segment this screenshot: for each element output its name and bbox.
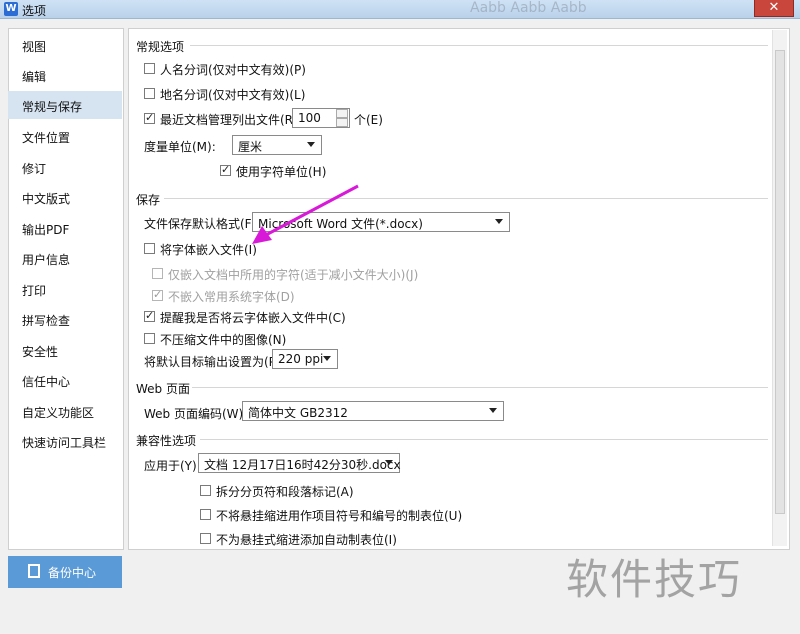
- app-icon: W: [4, 2, 18, 16]
- nav-item-chinese-layout[interactable]: 中文版式: [22, 190, 70, 207]
- vertical-scrollbar[interactable]: [772, 30, 787, 546]
- nav-item-spell-check[interactable]: 拼写检查: [22, 312, 70, 329]
- annotation-arrow-icon: [252, 184, 359, 244]
- place-name-label: 地名分词(仅对中文有效)(L): [160, 88, 306, 102]
- char-unit-label: 使用字符单位(H): [236, 165, 327, 179]
- measure-unit-label: 度量单位(M):: [144, 140, 216, 154]
- chevron-down-icon: [489, 408, 497, 413]
- stepper-down-button[interactable]: [336, 118, 348, 127]
- section-divider: [192, 387, 768, 388]
- section-title-compat: 兼容性选项: [136, 434, 197, 448]
- chevron-down-icon: [323, 356, 331, 361]
- nav-item-user-info[interactable]: 用户信息: [22, 251, 70, 268]
- nav-item-revision[interactable]: 修订: [22, 160, 46, 177]
- recent-files-checkbox[interactable]: [144, 111, 155, 124]
- nav-item-print[interactable]: 打印: [22, 282, 46, 299]
- nav-item-edit[interactable]: 编辑: [22, 68, 46, 85]
- measure-unit-select[interactable]: 厘米: [232, 135, 322, 155]
- remind-cloud-fonts-label: 提醒我是否将云字体嵌入文件中(C): [160, 311, 346, 325]
- nav-item-security[interactable]: 安全性: [22, 343, 58, 360]
- no-compress-images-label: 不压缩文件中的图像(N): [160, 333, 287, 347]
- watermark-text: 软件技巧: [566, 555, 743, 604]
- split-marks-label: 拆分分页符和段落标记(A): [216, 485, 354, 499]
- nav-item-view[interactable]: 视图: [22, 38, 46, 55]
- background-document-text: Aabb Aabb Aabb: [470, 0, 587, 16]
- web-encoding-value: 简体中文 GB2312: [248, 406, 348, 420]
- default-ppi-select[interactable]: 220 ppi: [272, 349, 338, 369]
- char-unit-checkbox[interactable]: [220, 163, 231, 176]
- recent-files-unit: 个(E): [354, 113, 383, 127]
- no-common-fonts-label: 不嵌入常用系统字体(D): [168, 290, 295, 304]
- place-name-checkbox[interactable]: [144, 88, 155, 99]
- measure-unit-value: 厘米: [238, 140, 263, 154]
- chevron-down-icon: [495, 219, 503, 224]
- close-button[interactable]: ✕: [754, 0, 794, 17]
- embed-fonts-checkbox[interactable]: [144, 243, 155, 254]
- apply-to-select[interactable]: 文档 12月17日16时42分30秒.docx: [198, 453, 401, 473]
- chevron-down-icon: [307, 142, 315, 147]
- recent-files-value: 100: [298, 111, 321, 125]
- section-title-general: 常规选项: [136, 40, 185, 54]
- window-title: 选项: [22, 4, 47, 18]
- default-ppi-value: 220 ppi: [278, 352, 324, 366]
- no-auto-tab-checkbox[interactable]: [200, 533, 211, 544]
- no-hanging-indent-checkbox[interactable]: [200, 509, 211, 520]
- nav-item-quick-access-toolbar[interactable]: 快速访问工具栏: [22, 434, 106, 451]
- nav-item-file-location[interactable]: 文件位置: [22, 129, 70, 146]
- no-hanging-indent-label: 不将悬挂缩进用作项目符号和编号的制表位(U): [216, 509, 463, 523]
- section-title-save: 保存: [136, 193, 161, 207]
- embed-used-only-checkbox[interactable]: [152, 268, 163, 279]
- recent-files-label: 最近文档管理列出文件(R):: [160, 113, 302, 127]
- web-encoding-select[interactable]: 简体中文 GB2312: [242, 401, 504, 421]
- stepper-up-button[interactable]: [336, 109, 348, 118]
- backup-center-button[interactable]: 备份中心: [8, 556, 122, 588]
- person-name-label: 人名分词(仅对中文有效)(P): [160, 63, 306, 77]
- split-marks-checkbox[interactable]: [200, 485, 211, 496]
- backup-icon: [28, 564, 40, 578]
- section-divider: [190, 45, 768, 46]
- no-auto-tab-label: 不为悬挂式缩进添加自动制表位(I): [216, 533, 397, 547]
- nav-item-custom-ribbon[interactable]: 自定义功能区: [22, 404, 94, 421]
- no-common-fonts-checkbox[interactable]: [152, 288, 163, 301]
- nav-item-trust-center[interactable]: 信任中心: [22, 373, 70, 390]
- apply-to-value: 文档 12月17日16时42分30秒.docx: [204, 458, 401, 472]
- embed-used-only-label: 仅嵌入文档中所用的字符(适于减小文件大小)(J): [168, 268, 419, 282]
- section-divider: [200, 439, 768, 440]
- backup-center-label: 备份中心: [48, 566, 97, 580]
- scrollbar-thumb[interactable]: [775, 50, 785, 514]
- web-encoding-label: Web 页面编码(W):: [144, 407, 248, 421]
- section-title-web: Web 页面: [136, 382, 190, 396]
- person-name-checkbox[interactable]: [144, 63, 155, 74]
- chevron-down-icon: [385, 460, 393, 465]
- nav-item-general-save[interactable]: 常规与保存: [22, 98, 82, 115]
- nav-item-export-pdf[interactable]: 输出PDF: [22, 221, 69, 238]
- remind-cloud-fonts-checkbox[interactable]: [144, 309, 155, 322]
- default-ppi-label: 将默认目标输出设置为(P):: [144, 355, 285, 369]
- apply-to-label: 应用于(Y):: [144, 459, 201, 473]
- no-compress-images-checkbox[interactable]: [144, 333, 155, 344]
- title-bar: W 选项 Aabb Aabb Aabb ✕: [0, 0, 800, 19]
